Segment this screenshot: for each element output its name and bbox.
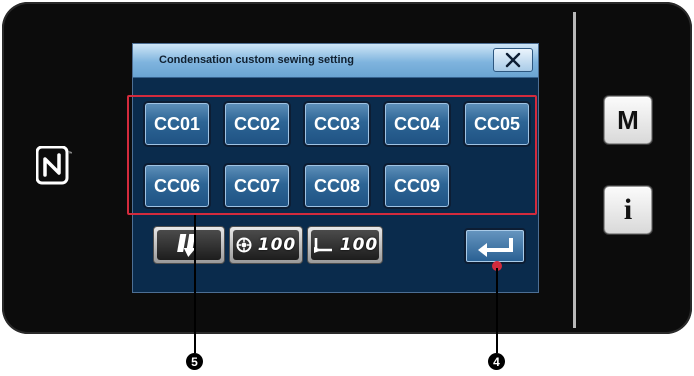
mode-button[interactable]: M xyxy=(604,96,652,144)
nfc-logo-icon: ™ xyxy=(36,146,72,185)
svg-text:™: ™ xyxy=(68,151,72,157)
stitch-length-value: 100 xyxy=(339,235,379,255)
enter-arrow-icon xyxy=(478,238,513,257)
callout-5-leader xyxy=(194,215,196,353)
stitch-length-icon xyxy=(313,238,332,253)
speed-display[interactable]: 100 xyxy=(229,226,303,264)
info-button[interactable]: i xyxy=(604,186,652,234)
status-bar: 100 100 xyxy=(153,226,383,266)
dialog-title: Condensation custom sewing setting xyxy=(159,54,354,66)
callout-5-badge: 5 xyxy=(186,353,203,370)
close-button[interactable] xyxy=(493,48,533,72)
panel-divider xyxy=(573,12,576,328)
dialog-titlebar: Condensation custom sewing setting xyxy=(133,44,538,78)
pattern-area-highlight xyxy=(127,95,537,215)
stitch-feed-icon xyxy=(177,234,196,257)
speed-value: 100 xyxy=(257,235,297,255)
enter-button[interactable] xyxy=(464,228,526,264)
feed-mode-display[interactable] xyxy=(153,226,225,264)
close-icon xyxy=(505,52,521,68)
callout-4-badge: 4 xyxy=(488,353,505,370)
callout-4-leader xyxy=(496,268,498,353)
sewing-speed-icon xyxy=(236,237,252,253)
stitch-length-display[interactable]: 100 xyxy=(307,226,383,264)
